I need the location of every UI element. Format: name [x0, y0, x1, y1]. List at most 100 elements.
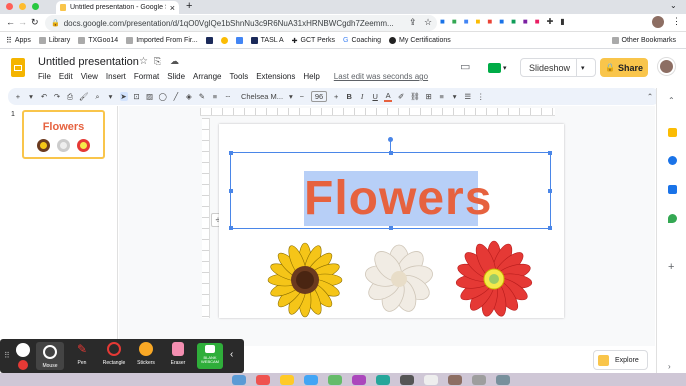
extension-icon-8[interactable]: ■	[523, 17, 528, 26]
bookmark-gct-perks[interactable]: ✚ GCT Perks	[292, 37, 335, 45]
new-slide-chevron-icon[interactable]: ▾	[27, 92, 35, 101]
align-chevron-icon[interactable]: ▾	[451, 92, 459, 101]
font-family-select[interactable]: Chelsea M... ▾	[241, 92, 293, 101]
font-size-input[interactable]: 96	[310, 91, 328, 102]
bookmark-imported[interactable]: Imported From Fir...	[126, 37, 198, 44]
font-size-decrease-icon[interactable]: −	[298, 92, 306, 101]
menu-edit[interactable]: Edit	[59, 72, 73, 81]
extension-icon-6[interactable]: ■	[499, 17, 504, 26]
resize-handle[interactable]	[229, 151, 233, 155]
expand-panel-icon[interactable]: ›	[668, 362, 677, 371]
resize-handle[interactable]	[229, 226, 233, 230]
back-icon[interactable]: ←	[6, 17, 15, 27]
forward-icon[interactable]: →	[18, 17, 27, 27]
dock-app-icon[interactable]	[352, 375, 366, 385]
comment-add-icon[interactable]: ⊞	[425, 92, 433, 101]
link-icon[interactable]: ⛓	[410, 92, 420, 101]
tab-menu-chevron-icon[interactable]: ⌄	[670, 1, 677, 10]
bookmark-txgoo[interactable]: TXGoo14	[78, 37, 118, 44]
extension-icon-2[interactable]: ■	[452, 17, 457, 26]
slideshow-button[interactable]: Slideshow ▾	[520, 58, 596, 77]
extension-icon-5[interactable]: ■	[487, 17, 492, 26]
dock-app-icon[interactable]	[376, 375, 390, 385]
redo-icon[interactable]: ↷	[53, 92, 61, 101]
share-button[interactable]: 🔒 Share	[600, 58, 648, 77]
dock-app-icon[interactable]	[280, 375, 294, 385]
image-icon[interactable]: ▨	[146, 92, 154, 101]
add-addon-icon[interactable]: +	[668, 262, 677, 273]
bold-button[interactable]: B	[345, 92, 353, 101]
fill-color-icon[interactable]: ◈	[185, 92, 193, 101]
bookmark-coaching[interactable]: G Coaching	[343, 37, 381, 44]
dock-app-icon[interactable]	[256, 375, 270, 385]
url-bar[interactable]: 🔒 docs.google.com/presentation/d/1qO0Vgl…	[45, 15, 437, 31]
maximize-window-button[interactable]	[32, 3, 39, 10]
move-folder-icon[interactable]: ⎘	[154, 56, 161, 67]
reload-icon[interactable]: ↻	[31, 17, 39, 28]
print-icon[interactable]: ⎙	[66, 92, 74, 102]
star-icon[interactable]: ☆	[139, 56, 148, 67]
browser-tab[interactable]: Untitled presentation - Google Slides ×	[56, 1, 179, 14]
bookmark-star-icon[interactable]: ☆	[424, 17, 432, 28]
keep-icon[interactable]	[668, 128, 677, 137]
pause-recording-button[interactable]	[16, 343, 30, 357]
daisy-image[interactable]	[364, 244, 434, 314]
mouse-tool-button[interactable]: Mouse	[36, 342, 64, 370]
vertical-ruler[interactable]	[202, 118, 210, 318]
new-tab-button[interactable]: +	[186, 0, 192, 12]
close-window-button[interactable]	[6, 3, 13, 10]
new-slide-icon[interactable]: +	[14, 92, 22, 101]
last-edit-link[interactable]: Last edit was seconds ago	[334, 72, 428, 81]
more-options-icon[interactable]: ⋮	[477, 92, 485, 101]
collapse-toolbar-icon[interactable]: ⌃	[646, 92, 654, 101]
gerbera-image[interactable]	[455, 240, 533, 318]
explore-button[interactable]: Explore	[593, 350, 648, 370]
bookmark-icon-1[interactable]	[205, 37, 213, 44]
slides-logo-icon[interactable]	[11, 58, 25, 77]
text-color-button[interactable]: A	[384, 91, 393, 102]
bookmark-icon-3[interactable]	[235, 37, 243, 44]
border-dash-icon[interactable]: ┄	[224, 92, 232, 101]
rectangle-tool-button[interactable]: Rectangle	[100, 342, 128, 366]
collapse-toolbar-chevron-icon[interactable]: ‹	[230, 349, 233, 360]
undo-icon[interactable]: ↶	[40, 92, 48, 101]
tab-close-icon[interactable]: ×	[170, 3, 175, 13]
slide-thumbnail[interactable]: Flowers	[22, 110, 105, 159]
eraser-tool-button[interactable]: Eraser	[164, 342, 192, 366]
share-page-icon[interactable]: ⇪	[409, 17, 417, 28]
menu-format[interactable]: Format	[134, 72, 159, 81]
rotate-handle[interactable]	[388, 137, 393, 142]
zoom-icon[interactable]: ⌕	[94, 92, 102, 102]
extension-icon-9[interactable]: ■	[535, 17, 540, 26]
dock-app-icon[interactable]	[472, 375, 486, 385]
comments-icon[interactable]: ▭	[460, 60, 470, 73]
meet-button[interactable]: ▾	[488, 59, 512, 76]
browser-menu-icon[interactable]: ⋮	[672, 16, 681, 27]
blank-webcam-button[interactable]: BLANK WEBCAM	[197, 343, 223, 369]
resize-handle[interactable]	[548, 189, 552, 193]
tasks-icon[interactable]	[668, 156, 677, 165]
minimize-window-button[interactable]	[19, 3, 26, 10]
font-size-increase-icon[interactable]: +	[332, 92, 340, 101]
collapse-toolbar-icon[interactable]: ⌃	[668, 96, 677, 105]
dock-app-icon[interactable]	[400, 375, 414, 385]
drag-handle-icon[interactable]: ⠿	[4, 351, 10, 360]
menu-tools[interactable]: Tools	[230, 72, 249, 81]
extension-icon-1[interactable]: ■	[440, 17, 445, 26]
menu-slide[interactable]: Slide	[167, 72, 185, 81]
dock-app-icon[interactable]	[232, 375, 246, 385]
menu-view[interactable]: View	[81, 72, 98, 81]
cloud-status-icon[interactable]: ☁	[170, 56, 179, 67]
horizontal-ruler[interactable]	[200, 108, 555, 116]
sunflower-image[interactable]	[267, 242, 343, 318]
bookmark-other[interactable]: Other Bookmarks	[611, 37, 676, 44]
bookmark-certifications[interactable]: My Certifications	[389, 37, 451, 44]
resize-handle[interactable]	[229, 189, 233, 193]
line-spacing-icon[interactable]: ☰	[464, 92, 472, 101]
highlight-icon[interactable]: ✐	[397, 92, 405, 101]
bookmark-tasla[interactable]: TASL A	[250, 37, 284, 44]
bookmark-library[interactable]: Library	[38, 37, 70, 44]
contacts-icon[interactable]	[668, 185, 677, 194]
user-avatar[interactable]	[658, 58, 675, 75]
select-cursor-icon[interactable]: ➤	[119, 92, 128, 101]
